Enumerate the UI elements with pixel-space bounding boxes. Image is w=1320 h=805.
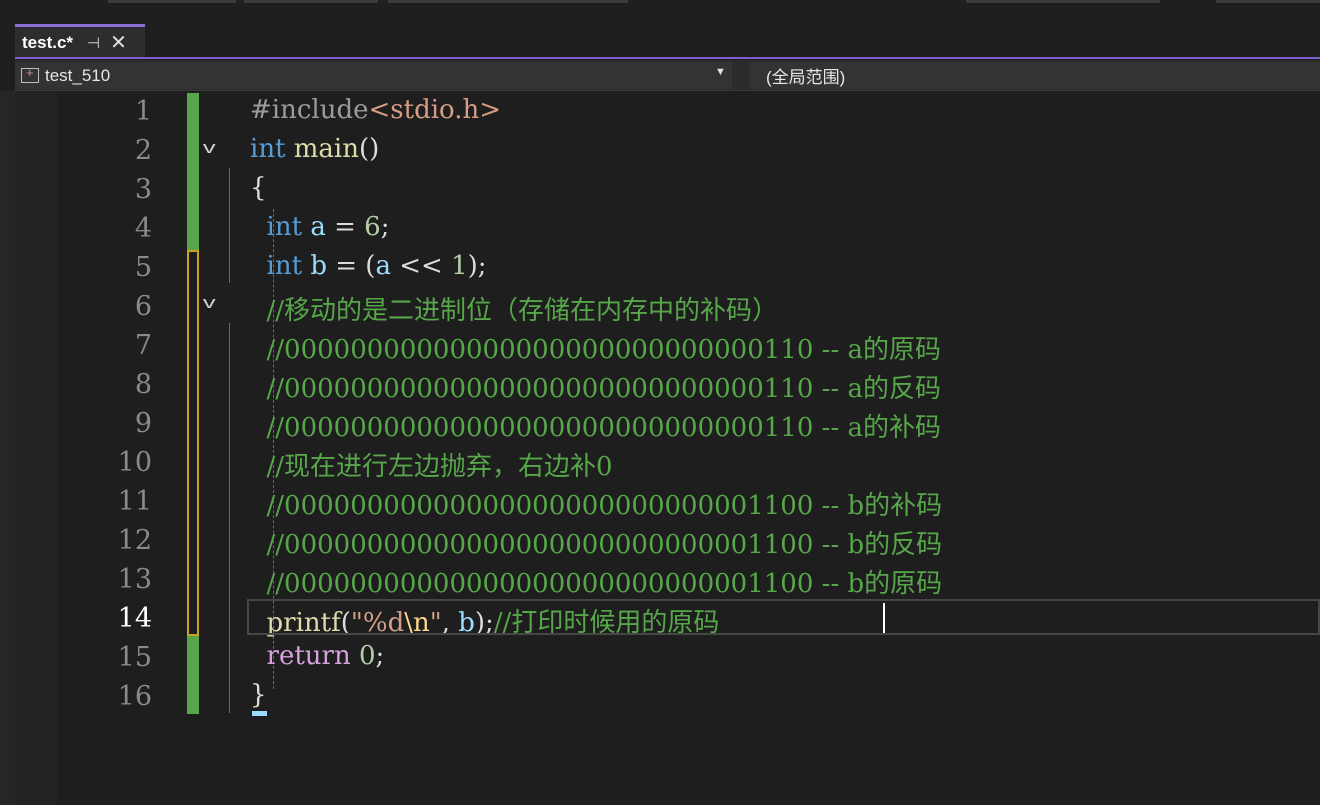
line-number: 9 xyxy=(134,408,152,439)
code-line: 11 //00000000000000000000000000001100 --… xyxy=(57,483,1320,522)
code-text: //00000000000000000000000000000110 -- a的… xyxy=(250,368,941,405)
function-name: main xyxy=(293,134,359,164)
punctuation: () xyxy=(359,134,380,164)
code-line: 2 int main() xyxy=(57,132,1320,171)
line-number: 4 xyxy=(134,213,152,244)
navigation-bar: test_510 ▼ (全局范围) xyxy=(15,60,1320,91)
pin-icon[interactable]: ⊣ xyxy=(87,34,100,52)
top-toolbar-strip xyxy=(0,0,1320,24)
document-tab-row: test.c* ⊣ ✕ xyxy=(0,24,1320,58)
code-line: 10 //现在进行左边抛弃，右边补0 xyxy=(57,444,1320,483)
code-line: 5 int b = (a << 1); xyxy=(57,249,1320,288)
text-caret xyxy=(883,603,885,633)
line-number: 8 xyxy=(134,369,152,400)
comment: //00000000000000000000000000001100 -- b的… xyxy=(266,569,943,599)
operator: = xyxy=(325,212,365,242)
comment: //现在进行左边抛弃，右边补0 xyxy=(266,452,613,482)
code-text: return 0; xyxy=(250,641,385,671)
line-number: 6 xyxy=(134,291,152,322)
punctuation: ); xyxy=(467,251,487,281)
glyph-margin xyxy=(15,91,57,805)
operator: = ( xyxy=(326,251,376,281)
code-text: { xyxy=(250,173,267,203)
project-dropdown[interactable]: test_510 ▼ xyxy=(15,62,732,89)
comment: //00000000000000000000000000001100 -- b的… xyxy=(266,491,943,521)
code-text: //00000000000000000000000000000110 -- a的… xyxy=(250,329,941,366)
comment: //移动的是二进制位（存储在内存中的补码） xyxy=(266,296,779,326)
punctuation: ; xyxy=(380,212,390,242)
variable: a xyxy=(375,251,391,281)
variable: a xyxy=(310,212,326,242)
project-name: test_510 xyxy=(45,65,111,85)
comment: //00000000000000000000000000001100 -- b的… xyxy=(266,530,943,560)
code-line: 6 //移动的是二进制位（存储在内存中的补码） xyxy=(57,288,1320,327)
toolbar-stub xyxy=(1216,0,1320,3)
code-line: 16 } xyxy=(57,678,1320,717)
punctuation: ; xyxy=(375,641,385,671)
number: 6 xyxy=(364,212,381,242)
current-line-highlight xyxy=(247,599,1320,635)
code-text: //00000000000000000000000000001100 -- b的… xyxy=(250,524,943,561)
variable: b xyxy=(310,251,327,281)
line-number: 2 xyxy=(134,135,152,166)
tab-underline xyxy=(15,57,1320,59)
left-tool-strip xyxy=(0,91,15,805)
keyword: int xyxy=(266,251,303,281)
code-text: //现在进行左边抛弃，右边补0 xyxy=(250,446,613,483)
code-line: 1 #include<stdio.h> xyxy=(57,93,1320,132)
code-line: 8 //00000000000000000000000000000110 -- … xyxy=(57,366,1320,405)
code-text: //00000000000000000000000000001100 -- b的… xyxy=(250,485,943,522)
toolbar-stub xyxy=(966,0,1160,3)
tab-title: test.c* xyxy=(22,32,74,52)
comment: //00000000000000000000000000000110 -- a的… xyxy=(266,413,941,443)
code-text: int main() xyxy=(250,134,379,164)
code-text: int a = 6; xyxy=(250,212,390,242)
code-text: #include<stdio.h> xyxy=(250,95,501,125)
line-number: 1 xyxy=(134,96,152,127)
code-line: 15 return 0; xyxy=(57,639,1320,678)
keyword: return xyxy=(266,641,351,671)
close-icon[interactable]: ✕ xyxy=(110,33,127,53)
scope-label: (全局范围) xyxy=(766,68,846,87)
line-number: 13 xyxy=(117,564,152,595)
line-number: 7 xyxy=(134,330,152,361)
keyword: int xyxy=(250,134,286,164)
number: 0 xyxy=(358,641,376,671)
code-line: 3 { xyxy=(57,171,1320,210)
code-text: int b = (a << 1); xyxy=(250,251,487,281)
line-number: 5 xyxy=(134,252,152,283)
line-number: 16 xyxy=(117,681,152,712)
code-line: 7 //00000000000000000000000000000110 -- … xyxy=(57,327,1320,366)
code-text: } xyxy=(250,680,267,710)
preprocessor: #include xyxy=(250,95,369,125)
toolbar-stub xyxy=(388,0,628,3)
number: 1 xyxy=(451,251,468,281)
project-icon xyxy=(21,65,39,83)
line-number: 12 xyxy=(117,525,152,556)
toolbar-stub xyxy=(108,0,236,3)
comment: //00000000000000000000000000000110 -- a的… xyxy=(266,335,941,365)
brace-match-highlight xyxy=(252,711,267,716)
include-header: <stdio.h> xyxy=(368,95,502,125)
toolbar-stub xyxy=(244,0,378,3)
code-text: //00000000000000000000000000000110 -- a的… xyxy=(250,407,941,444)
code-line: 12 //00000000000000000000000000001100 --… xyxy=(57,522,1320,561)
code-text: //00000000000000000000000000001100 -- b的… xyxy=(250,563,943,600)
keyword: int xyxy=(266,212,303,242)
code-text: //移动的是二进制位（存储在内存中的补码） xyxy=(250,290,779,327)
line-number: 14 xyxy=(117,603,152,634)
line-number: 10 xyxy=(117,447,152,478)
line-number: 11 xyxy=(117,486,152,517)
chevron-down-icon[interactable]: ▼ xyxy=(715,66,726,78)
code-line: 9 //00000000000000000000000000000110 -- … xyxy=(57,405,1320,444)
comment: //00000000000000000000000000000110 -- a的… xyxy=(266,374,941,404)
code-editor[interactable]: v v 1 #include<stdio.h> 2 int main() 3 {… xyxy=(15,91,1320,805)
tab-test-c[interactable]: test.c* ⊣ ✕ xyxy=(15,24,145,58)
scope-dropdown[interactable]: (全局范围) xyxy=(750,62,1320,89)
code-line: 4 int a = 6; xyxy=(57,210,1320,249)
operator: << xyxy=(390,251,452,281)
code-line: 13 //00000000000000000000000000001100 --… xyxy=(57,561,1320,600)
line-number: 15 xyxy=(117,642,152,673)
line-number: 3 xyxy=(134,174,152,205)
